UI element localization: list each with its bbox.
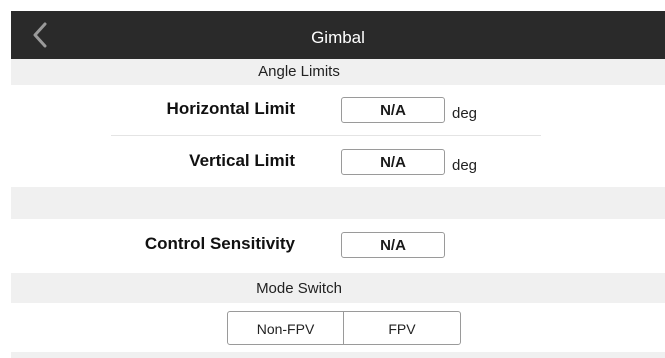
angle-limits-section-header: Angle Limits <box>11 59 665 85</box>
section-label: Mode Switch <box>256 280 342 297</box>
mode-fpv-button[interactable]: FPV <box>343 311 461 345</box>
horizontal-limit-label: Horizontal Limit <box>166 99 295 118</box>
vertical-limit-input[interactable]: N/A <box>341 149 445 175</box>
control-sensitivity-input[interactable]: N/A <box>341 232 445 258</box>
control-sensitivity-label: Control Sensitivity <box>144 234 295 253</box>
horizontal-limit-row: Horizontal Limit N/A deg <box>11 87 665 131</box>
horizontal-limit-unit: deg <box>452 105 478 122</box>
gimbal-settings-screen: Gimbal Angle Limits Horizontal Limit N/A… <box>11 11 665 358</box>
page-title: Gimbal <box>311 28 365 47</box>
horizontal-limit-input[interactable]: N/A <box>341 97 445 123</box>
vertical-limit-label: Vertical Limit <box>189 151 295 170</box>
vertical-limit-unit: deg <box>452 157 478 174</box>
bottom-band <box>11 352 665 358</box>
nav-bar: Gimbal <box>11 11 665 59</box>
control-sensitivity-row: Control Sensitivity N/A <box>11 222 665 266</box>
vertical-limit-row: Vertical Limit N/A deg <box>11 139 665 183</box>
spacer-band <box>11 187 665 219</box>
divider <box>111 135 541 136</box>
mode-non-fpv-button[interactable]: Non-FPV <box>227 311 344 345</box>
mode-switch-section-header: Mode Switch <box>11 273 665 303</box>
section-label: Angle Limits <box>258 63 340 80</box>
